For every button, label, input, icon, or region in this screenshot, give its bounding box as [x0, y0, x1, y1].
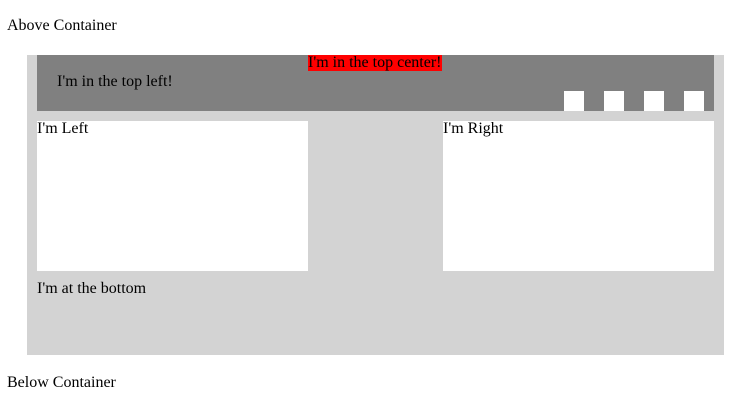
square-group — [564, 91, 704, 111]
bottom-text: I'm at the bottom — [37, 280, 147, 297]
top-bar: I'm in the top left! I'm in the top cent… — [37, 55, 714, 111]
white-square-3 — [644, 91, 664, 111]
right-box-label: I'm Right — [443, 120, 504, 137]
white-square-4 — [684, 91, 704, 111]
top-center-text: I'm in the top center! — [308, 54, 442, 71]
left-box: I'm Left — [37, 121, 308, 271]
left-box-label: I'm Left — [37, 120, 89, 137]
below-container-text: Below Container — [7, 374, 116, 391]
above-container-text: Above Container — [7, 17, 117, 34]
right-box: I'm Right — [443, 121, 714, 271]
main-container: I'm in the top left! I'm in the top cent… — [27, 55, 724, 355]
top-left-text: I'm in the top left! — [57, 73, 173, 90]
white-square-1 — [564, 91, 584, 111]
white-square-2 — [604, 91, 624, 111]
